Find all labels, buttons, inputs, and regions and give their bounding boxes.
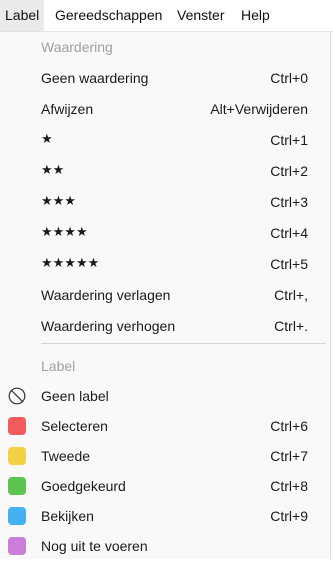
menu-item-shortcut: Ctrl+8 [270, 478, 308, 494]
menu-item-2-stars[interactable]: ★★ Ctrl+2 [0, 156, 331, 186]
rating-section-header: Waardering [41, 39, 113, 55]
menu-item-shortcut: Ctrl+4 [270, 225, 308, 241]
menu-item-label: Waardering verhogen [41, 318, 176, 334]
menu-item-shortcut: Ctrl+3 [270, 194, 308, 210]
menu-label[interactable]: Label [0, 0, 45, 31]
menu-item-4-stars[interactable]: ★★★★ Ctrl+4 [0, 218, 331, 248]
menu-item-geen-label[interactable]: Geen label [0, 381, 331, 411]
menu-item-label: Nog uit te voeren [41, 538, 148, 554]
menu-item-1-star[interactable]: ★ Ctrl+1 [0, 125, 331, 155]
menu-venster[interactable]: Venster [172, 0, 229, 31]
menu-item-geen-waardering[interactable]: Geen waardering Ctrl+0 [0, 63, 331, 93]
menu-bar: Label Gereedschappen Venster Help [0, 0, 333, 32]
menu-item-shortcut: Ctrl+1 [270, 132, 308, 148]
star-rating-2: ★★ [41, 163, 65, 178]
menu-item-nog-uit-te-voeren[interactable]: Nog uit te voeren [0, 531, 331, 561]
blue-swatch-icon [8, 507, 26, 525]
menu-item-shortcut: Ctrl+0 [270, 70, 308, 86]
menu-item-label: Afwijzen [41, 101, 94, 117]
menu-separator [41, 343, 326, 344]
menu-item-5-stars[interactable]: ★★★★★ Ctrl+5 [0, 249, 331, 279]
star-rating-5: ★★★★★ [41, 256, 100, 271]
menu-item-shortcut: Alt+Verwijderen [210, 101, 308, 117]
menu-item-shortcut: Ctrl+2 [270, 163, 308, 179]
star-rating-3: ★★★ [41, 194, 76, 209]
menu-item-waardering-verlagen[interactable]: Waardering verlagen Ctrl+, [0, 280, 331, 310]
menu-gereedschappen[interactable]: Gereedschappen [50, 0, 167, 31]
menu-item-label: Geen label [41, 388, 109, 404]
menu-item-label: Waardering verlagen [41, 287, 171, 303]
menu-item-bekijken[interactable]: Bekijken Ctrl+9 [0, 501, 331, 531]
no-label-icon [8, 387, 26, 405]
menu-item-shortcut: Ctrl+7 [270, 448, 308, 464]
menu-item-label: Bekijken [41, 508, 94, 524]
purple-swatch-icon [8, 537, 26, 555]
star-rating-4: ★★★★ [41, 225, 88, 240]
green-swatch-icon [8, 477, 26, 495]
menu-item-shortcut: Ctrl+, [274, 287, 308, 303]
label-section-header: Label [41, 358, 76, 374]
menu-item-label: Selecteren [41, 418, 108, 434]
menu-item-selecteren[interactable]: Selecteren Ctrl+6 [0, 411, 331, 441]
menu-item-label: Geen waardering [41, 70, 149, 86]
menu-help[interactable]: Help [236, 0, 275, 31]
yellow-swatch-icon [8, 447, 26, 465]
label-dropdown-menu: Waardering Geen waardering Ctrl+0 Afwijz… [0, 32, 331, 559]
menu-item-afwijzen[interactable]: Afwijzen Alt+Verwijderen [0, 94, 331, 124]
star-rating-1: ★ [41, 132, 53, 147]
menu-item-label: Goedgekeurd [41, 478, 126, 494]
menu-item-label: Tweede [41, 448, 91, 464]
menu-item-waardering-verhogen[interactable]: Waardering verhogen Ctrl+. [0, 311, 331, 341]
menu-item-shortcut: Ctrl+. [274, 318, 308, 334]
menu-item-shortcut: Ctrl+5 [270, 256, 308, 272]
menu-item-shortcut: Ctrl+9 [270, 508, 308, 524]
menu-item-3-stars[interactable]: ★★★ Ctrl+3 [0, 187, 331, 217]
red-swatch-icon [8, 417, 26, 435]
menu-item-shortcut: Ctrl+6 [270, 418, 308, 434]
menu-item-tweede[interactable]: Tweede Ctrl+7 [0, 441, 331, 471]
menu-item-goedgekeurd[interactable]: Goedgekeurd Ctrl+8 [0, 471, 331, 501]
